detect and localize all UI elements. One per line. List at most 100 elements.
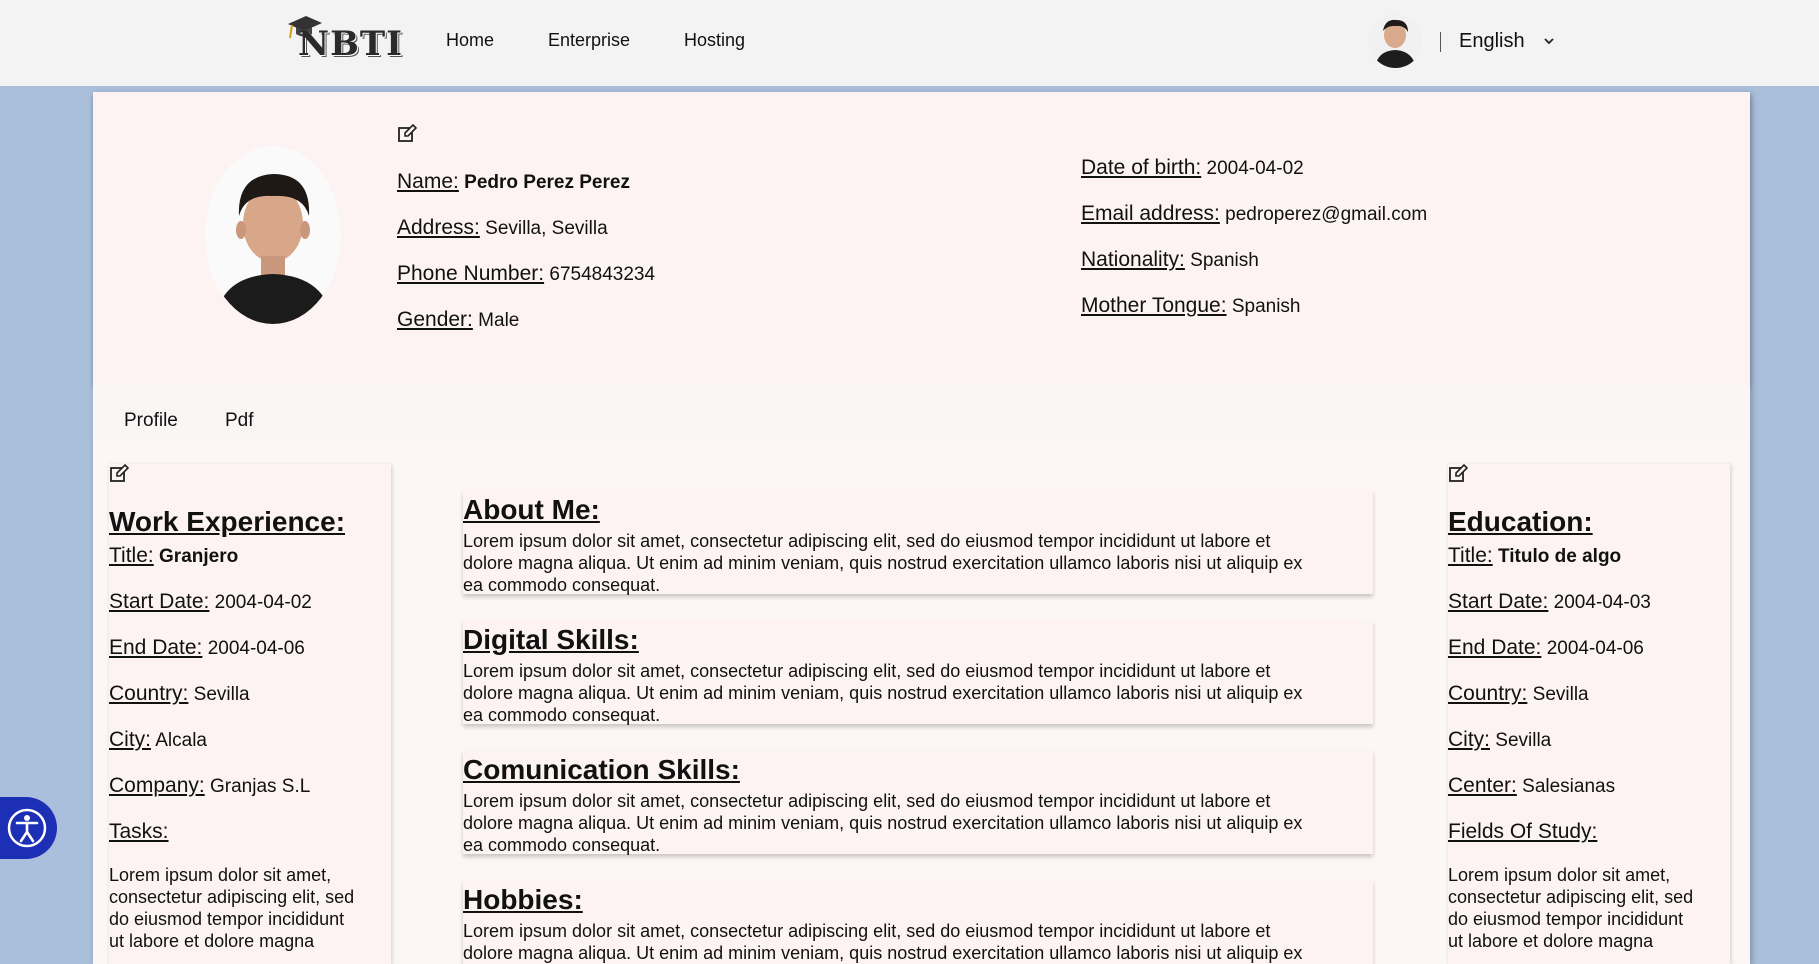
accessibility-button[interactable] (0, 797, 57, 859)
work-heading: Work Experience: (109, 506, 346, 537)
work-city-label: City: (109, 728, 151, 751)
section-line: dolore magna aliqua. Ut enim ad minim ve… (463, 813, 1303, 833)
section-line: Lorem ipsum dolor sit amet, consectetur … (463, 531, 1271, 551)
work-city-value: Alcala (155, 730, 207, 751)
edu-country-value: Sevilla (1532, 684, 1589, 705)
section-line: ea commodo consequat. (463, 835, 661, 855)
edu-fields-line: Lorem ipsum dolor sit amet, (1448, 865, 1671, 885)
dob-label: Date of birth: (1081, 156, 1202, 179)
profile-header: Name: Pedro Perez Perez Address: Sevilla… (93, 92, 1750, 384)
nbti-logo[interactable]: NBTI (284, 12, 402, 64)
mother-tongue-field: Mother Tongue: Spanish (1081, 294, 1301, 318)
nav-home-link[interactable]: Home (446, 30, 494, 51)
work-end-label: End Date: (109, 636, 203, 659)
section-line: Lorem ipsum dolor sit amet, consectetur … (463, 661, 1271, 681)
edu-city-value: Sevilla (1495, 730, 1552, 751)
mother-tongue-label: Mother Tongue: (1081, 294, 1227, 317)
section-line: Lorem ipsum dolor sit amet, consectetur … (463, 791, 1271, 811)
section-line: Lorem ipsum dolor sit amet, consectetur … (463, 921, 1271, 941)
user-avatar[interactable] (1369, 15, 1422, 68)
email-label: Email address: (1081, 202, 1220, 225)
name-value: Pedro Perez Perez (464, 172, 630, 193)
edu-country-label: Country: (1448, 682, 1528, 705)
edu-center-label: Center: (1448, 774, 1517, 797)
tab-pdf[interactable]: Pdf (225, 410, 254, 432)
top-navbar: NBTI Home Enterprise Hosting English (0, 0, 1819, 86)
about-me-section: About Me: Lorem ipsum dolor sit amet, co… (463, 490, 1373, 596)
work-end-field: End Date: 2004-04-06 (109, 636, 305, 660)
about-me-text: Lorem ipsum dolor sit amet, consectetur … (463, 530, 1373, 596)
email-field: Email address: pedroperez@gmail.com (1081, 202, 1427, 226)
work-end-value: 2004-04-06 (207, 638, 305, 659)
edu-center-field: Center: Salesianas (1448, 774, 1615, 798)
work-start-label: Start Date: (109, 590, 210, 613)
edit-profile-icon[interactable] (397, 124, 417, 144)
nationality-label: Nationality: (1081, 248, 1185, 271)
accessibility-icon (7, 808, 47, 848)
chevron-down-icon[interactable] (1542, 34, 1556, 48)
education-panel: Education: Title: Titulo de algo Start D… (1448, 464, 1730, 964)
work-experience-panel: Work Experience: Title: Granjero Start D… (109, 464, 391, 964)
profile-photo (205, 146, 341, 324)
digital-skills-heading: Digital Skills: (463, 624, 639, 655)
work-country-value: Sevilla (193, 684, 250, 705)
hobbies-heading: Hobbies: (463, 884, 583, 915)
work-start-field: Start Date: 2004-04-02 (109, 590, 312, 614)
dob-value: 2004-04-02 (1206, 158, 1304, 179)
edu-start-field: Start Date: 2004-04-03 (1448, 590, 1651, 614)
name-label: Name: (397, 170, 459, 193)
work-tasks-line: consectetur adipiscing elit, sed (109, 887, 355, 907)
edit-education-icon[interactable] (1448, 464, 1468, 484)
work-tasks-line: ut labore et dolore magna (109, 931, 315, 951)
edu-fields-text: Lorem ipsum dolor sit amet, consectetur … (1448, 864, 1693, 952)
edu-title-value: Titulo de algo (1498, 546, 1622, 567)
gender-value: Male (478, 310, 520, 331)
work-company-label: Company: (109, 774, 205, 797)
address-value: Sevilla, Sevilla (485, 218, 608, 239)
edit-work-icon[interactable] (109, 464, 129, 484)
edu-end-label: End Date: (1448, 636, 1542, 659)
digital-skills-text: Lorem ipsum dolor sit amet, consectetur … (463, 660, 1373, 726)
work-country-label: Country: (109, 682, 189, 705)
work-tasks-line: do eiusmod tempor incididunt (109, 909, 345, 929)
edu-city-field: City: Sevilla (1448, 728, 1551, 752)
address-field: Address: Sevilla, Sevilla (397, 216, 608, 240)
about-me-heading: About Me: (463, 494, 600, 525)
digital-skills-section: Digital Skills: Lorem ipsum dolor sit am… (463, 620, 1373, 726)
section-line: dolore magna aliqua. Ut enim ad minim ve… (463, 943, 1303, 963)
work-tasks-field: Tasks: (109, 820, 169, 844)
section-line: ea commodo consequat. (463, 705, 661, 725)
tab-profile[interactable]: Profile (124, 410, 178, 432)
edu-city-label: City: (1448, 728, 1490, 751)
profile-photo-image (205, 146, 341, 324)
section-line: dolore magna aliqua. Ut enim ad minim ve… (463, 553, 1303, 573)
work-tasks-label: Tasks: (109, 820, 169, 843)
work-title-value: Granjero (159, 546, 239, 567)
edu-fields-label: Fields Of Study: (1448, 820, 1598, 843)
nav-enterprise-link[interactable]: Enterprise (548, 30, 630, 51)
phone-field: Phone Number: 6754843234 (397, 262, 655, 286)
dob-field: Date of birth: 2004-04-02 (1081, 156, 1304, 180)
section-line: dolore magna aliqua. Ut enim ad minim ve… (463, 683, 1303, 703)
work-company-value: Granjas S.L (210, 776, 311, 797)
nationality-field: Nationality: Spanish (1081, 248, 1259, 272)
work-city-field: City: Alcala (109, 728, 207, 752)
phone-value: 6754843234 (549, 264, 656, 285)
name-field: Name: Pedro Perez Perez (397, 170, 630, 194)
edu-fields-line: ut labore et dolore magna (1448, 931, 1654, 951)
address-label: Address: (397, 216, 480, 239)
email-value: pedroperez@gmail.com (1225, 204, 1428, 225)
edu-fields-field: Fields Of Study: (1448, 820, 1597, 844)
edu-country-field: Country: Sevilla (1448, 682, 1589, 706)
work-start-value: 2004-04-02 (214, 592, 312, 613)
phone-label: Phone Number: (397, 262, 545, 285)
cv-card: Name: Pedro Perez Perez Address: Sevilla… (93, 92, 1750, 964)
edu-fields-line: do eiusmod tempor incididunt (1448, 909, 1684, 929)
gender-field: Gender: Male (397, 308, 519, 332)
edu-start-value: 2004-04-03 (1553, 592, 1651, 613)
communication-skills-heading: Comunication Skills: (463, 754, 740, 785)
hobbies-section: Hobbies: Lorem ipsum dolor sit amet, con… (463, 880, 1373, 964)
language-select[interactable]: English (1459, 30, 1525, 53)
nav-hosting-link[interactable]: Hosting (684, 30, 745, 51)
education-heading: Education: (1448, 506, 1593, 537)
